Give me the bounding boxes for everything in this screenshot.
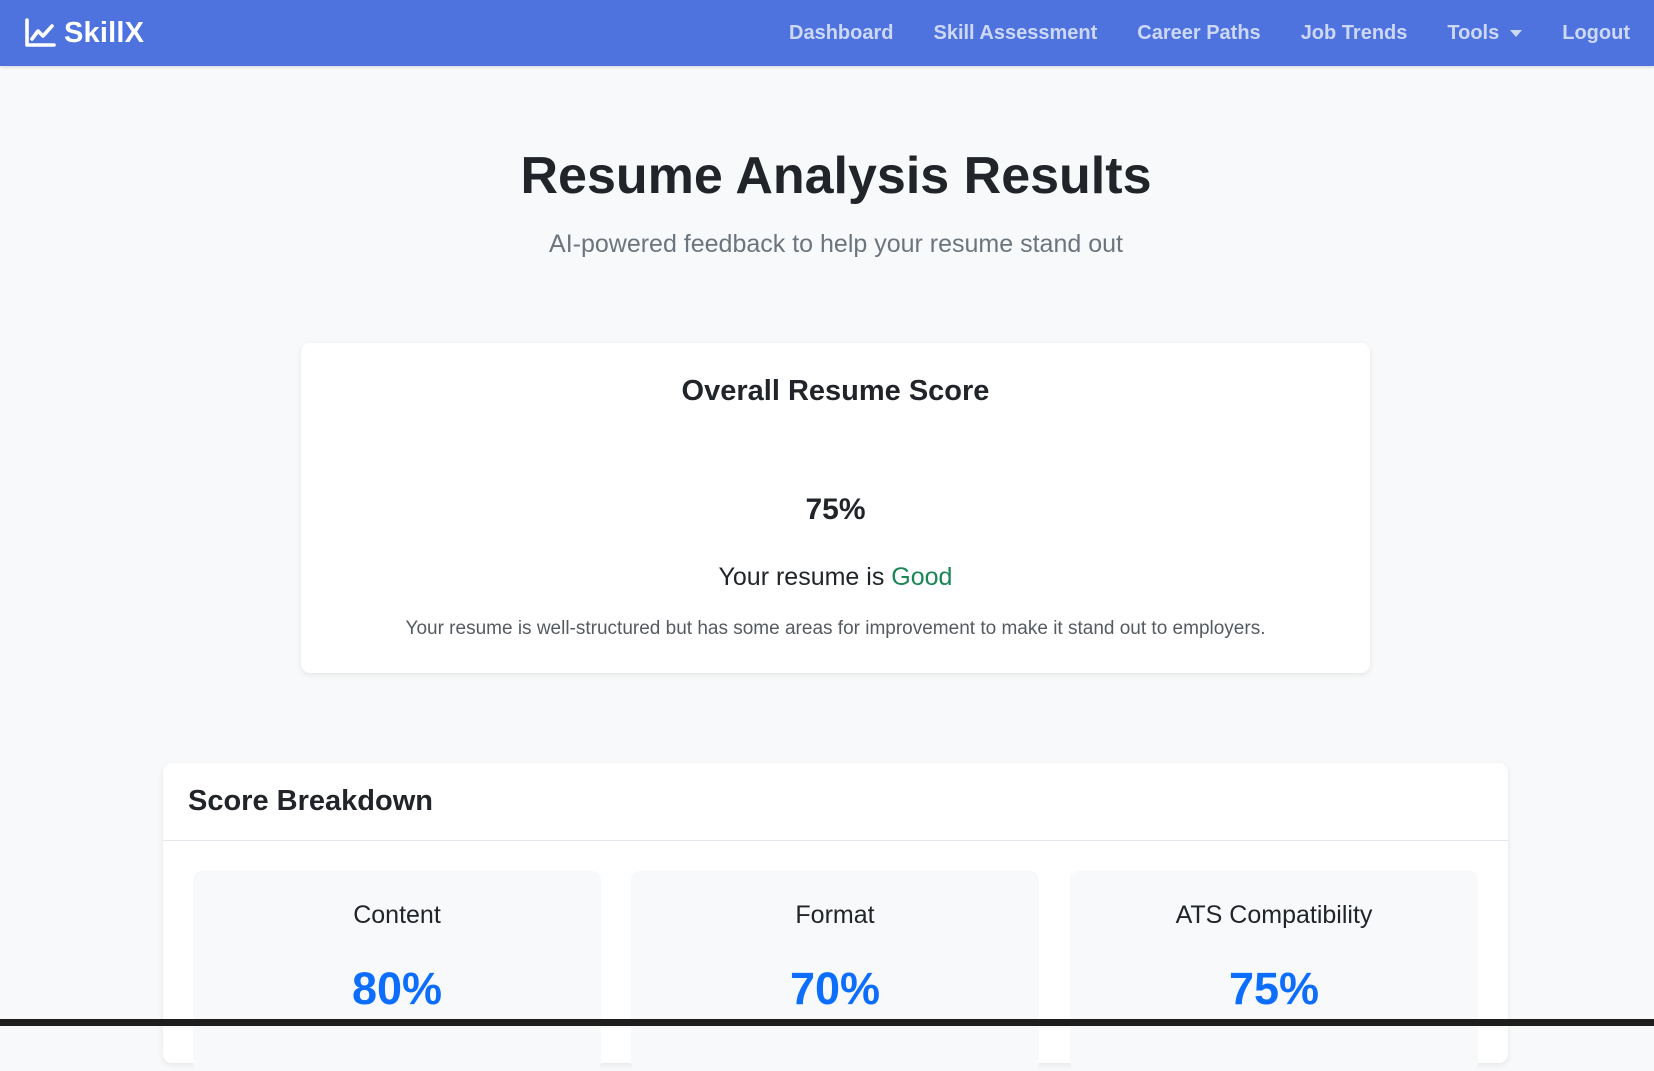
line-chart-icon <box>25 18 56 47</box>
metric-content: Content 80% <box>193 871 601 1071</box>
metric-label: ATS Compatibility <box>1175 901 1373 929</box>
score-breakdown-header: Score Breakdown <box>163 763 1508 841</box>
score-verdict-prefix: Your resume is <box>718 563 885 591</box>
metric-label: Content <box>353 901 441 929</box>
score-description: Your resume is well-structured but has s… <box>405 618 1266 639</box>
overall-score-value: 75% <box>805 493 866 526</box>
score-verdict: Your resume is Good <box>301 563 1370 592</box>
metric-value: 70% <box>789 963 881 1014</box>
overall-score-card: Overall Resume Score 75% Your resume is … <box>301 343 1370 673</box>
nav-link-logout[interactable]: Logout <box>1562 22 1630 45</box>
page-title: Resume Analysis Results <box>520 147 1152 205</box>
page-subtitle: AI-powered feedback to help your resume … <box>549 230 1123 258</box>
score-verdict-rating: Good <box>891 563 953 591</box>
nav-link-tools-label: Tools <box>1447 21 1500 44</box>
overall-score-title: Overall Resume Score <box>681 375 990 407</box>
nav-link-job-trends[interactable]: Job Trends <box>1301 22 1408 45</box>
brand-logo-link[interactable]: SkillX <box>24 17 144 50</box>
top-navbar: SkillX Dashboard Skill Assessment Career… <box>0 0 1654 66</box>
brand-name: SkillX <box>64 16 145 49</box>
taskbar-edge <box>0 1019 1654 1026</box>
metric-value: 80% <box>351 963 443 1014</box>
score-breakdown-title: Score Breakdown <box>188 785 433 817</box>
nav-link-career-paths[interactable]: Career Paths <box>1137 22 1260 45</box>
score-breakdown-card: Score Breakdown Content 80% Format 70% A… <box>163 763 1508 1071</box>
metric-label: Format <box>795 901 875 929</box>
metric-value: 75% <box>1228 963 1320 1014</box>
metric-ats-compatibility: ATS Compatibility 75% <box>1070 871 1478 1071</box>
nav-links: Dashboard Skill Assessment Career Paths … <box>749 22 1630 45</box>
nav-link-skill-assessment[interactable]: Skill Assessment <box>933 22 1097 45</box>
nav-dropdown-tools[interactable]: Tools <box>1447 21 1523 45</box>
nav-link-dashboard[interactable]: Dashboard <box>789 22 893 45</box>
metric-format: Format 70% <box>631 871 1039 1071</box>
chevron-down-icon <box>1510 29 1523 37</box>
